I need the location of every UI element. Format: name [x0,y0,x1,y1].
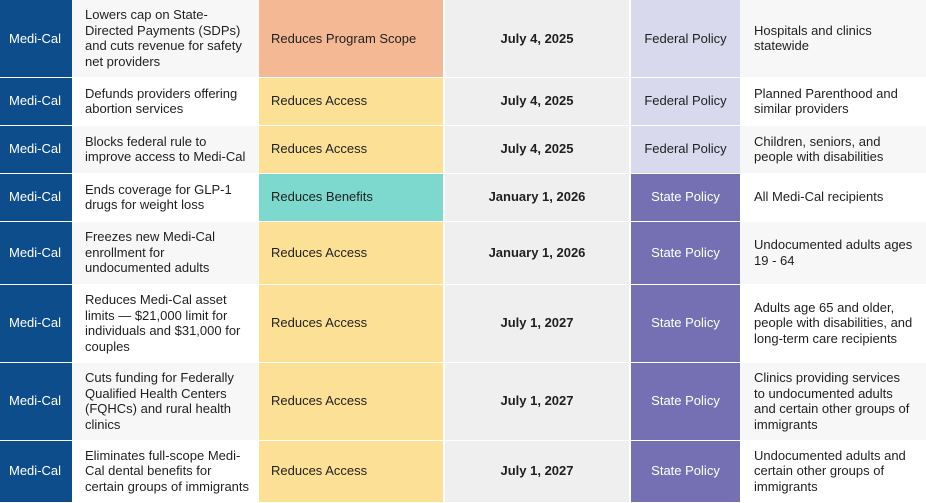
affected-population-cell: All Medi-Cal recipients [740,173,926,222]
table-row: Medi-Cal Cuts funding for Federally Quali… [0,362,926,441]
program-cell: Medi-Cal [0,173,72,222]
impact-cell: Reduces Access [259,77,444,126]
table-row: Medi-Cal Defunds providers offering abort… [0,77,926,126]
impact-cell: Reduces Benefits [259,173,444,222]
affected-population-cell: Adults age 65 and older, people with dis… [740,284,926,363]
effective-date-cell: July 1, 2027 [443,440,631,503]
effective-date-cell: July 1, 2027 [443,284,631,363]
affected-population-cell: Clinics providing services to undocument… [740,362,926,441]
effective-date-cell: January 1, 2026 [443,173,631,222]
affected-population-cell: Children, seniors, and people with disab… [740,125,926,174]
policy-type-cell: State Policy [630,173,740,222]
affected-population-cell: Undocumented adults ages 19 - 64 [740,221,926,285]
table-row: Medi-Cal Ends coverage for GLP-1 drugs fo… [0,173,926,222]
policy-type-cell: State Policy [630,362,740,441]
table-body: Medi-Cal Lowers cap on State-Directed Pay… [0,0,926,503]
program-cell: Medi-Cal [0,125,72,174]
program-cell: Medi-Cal [0,440,72,503]
description-cell: Eliminates full-scope Medi-Cal dental be… [72,440,259,503]
impact-cell: Reduces Access [259,440,444,503]
affected-population-cell: Undocumented adults and certain other gr… [740,440,926,503]
description-cell: Cuts funding for Federally Qualified Hea… [72,362,259,441]
program-cell: Medi-Cal [0,0,72,78]
effective-date-cell: July 4, 2025 [443,77,631,126]
impact-cell: Reduces Program Scope [259,0,444,78]
description-cell: Lowers cap on State-Directed Payments (S… [72,0,259,78]
policy-type-cell: Federal Policy [630,125,740,174]
policy-type-cell: State Policy [630,221,740,285]
description-cell: Defunds providers offering abortion serv… [72,77,259,126]
table-row: Medi-Cal Lowers cap on State-Directed Pay… [0,0,926,78]
impact-cell: Reduces Access [259,362,444,441]
program-cell: Medi-Cal [0,362,72,441]
description-cell: Ends coverage for GLP-1 drugs for weight… [72,173,259,222]
policy-type-cell: State Policy [630,440,740,503]
table-row: Medi-Cal Eliminates full-scope Medi-Cal d… [0,440,926,503]
description-cell: Reduces Medi-Cal asset limits — $21,000 … [72,284,259,363]
table-row: Medi-Cal Blocks federal rule to improve a… [0,125,926,174]
effective-date-cell: July 4, 2025 [443,125,631,174]
program-cell: Medi-Cal [0,284,72,363]
description-cell: Freezes new Medi-Cal enrollment for undo… [72,221,259,285]
affected-population-cell: Planned Parenthood and similar providers [740,77,926,126]
impact-cell: Reduces Access [259,284,444,363]
impact-cell: Reduces Access [259,221,444,285]
policy-type-cell: Federal Policy [630,0,740,78]
policy-changes-table: Medi-Cal Lowers cap on State-Directed Pay… [0,0,926,503]
effective-date-cell: January 1, 2026 [443,221,631,285]
impact-cell: Reduces Access [259,125,444,174]
table-row: Medi-Cal Freezes new Medi-Cal enrollment … [0,221,926,285]
table-row: Medi-Cal Reduces Medi-Cal asset limits — … [0,284,926,363]
policy-type-cell: State Policy [630,284,740,363]
policy-type-cell: Federal Policy [630,77,740,126]
program-cell: Medi-Cal [0,221,72,285]
description-cell: Blocks federal rule to improve access to… [72,125,259,174]
program-cell: Medi-Cal [0,77,72,126]
affected-population-cell: Hospitals and clinics statewide [740,0,926,78]
effective-date-cell: July 1, 2027 [443,362,631,441]
effective-date-cell: July 4, 2025 [443,0,631,78]
